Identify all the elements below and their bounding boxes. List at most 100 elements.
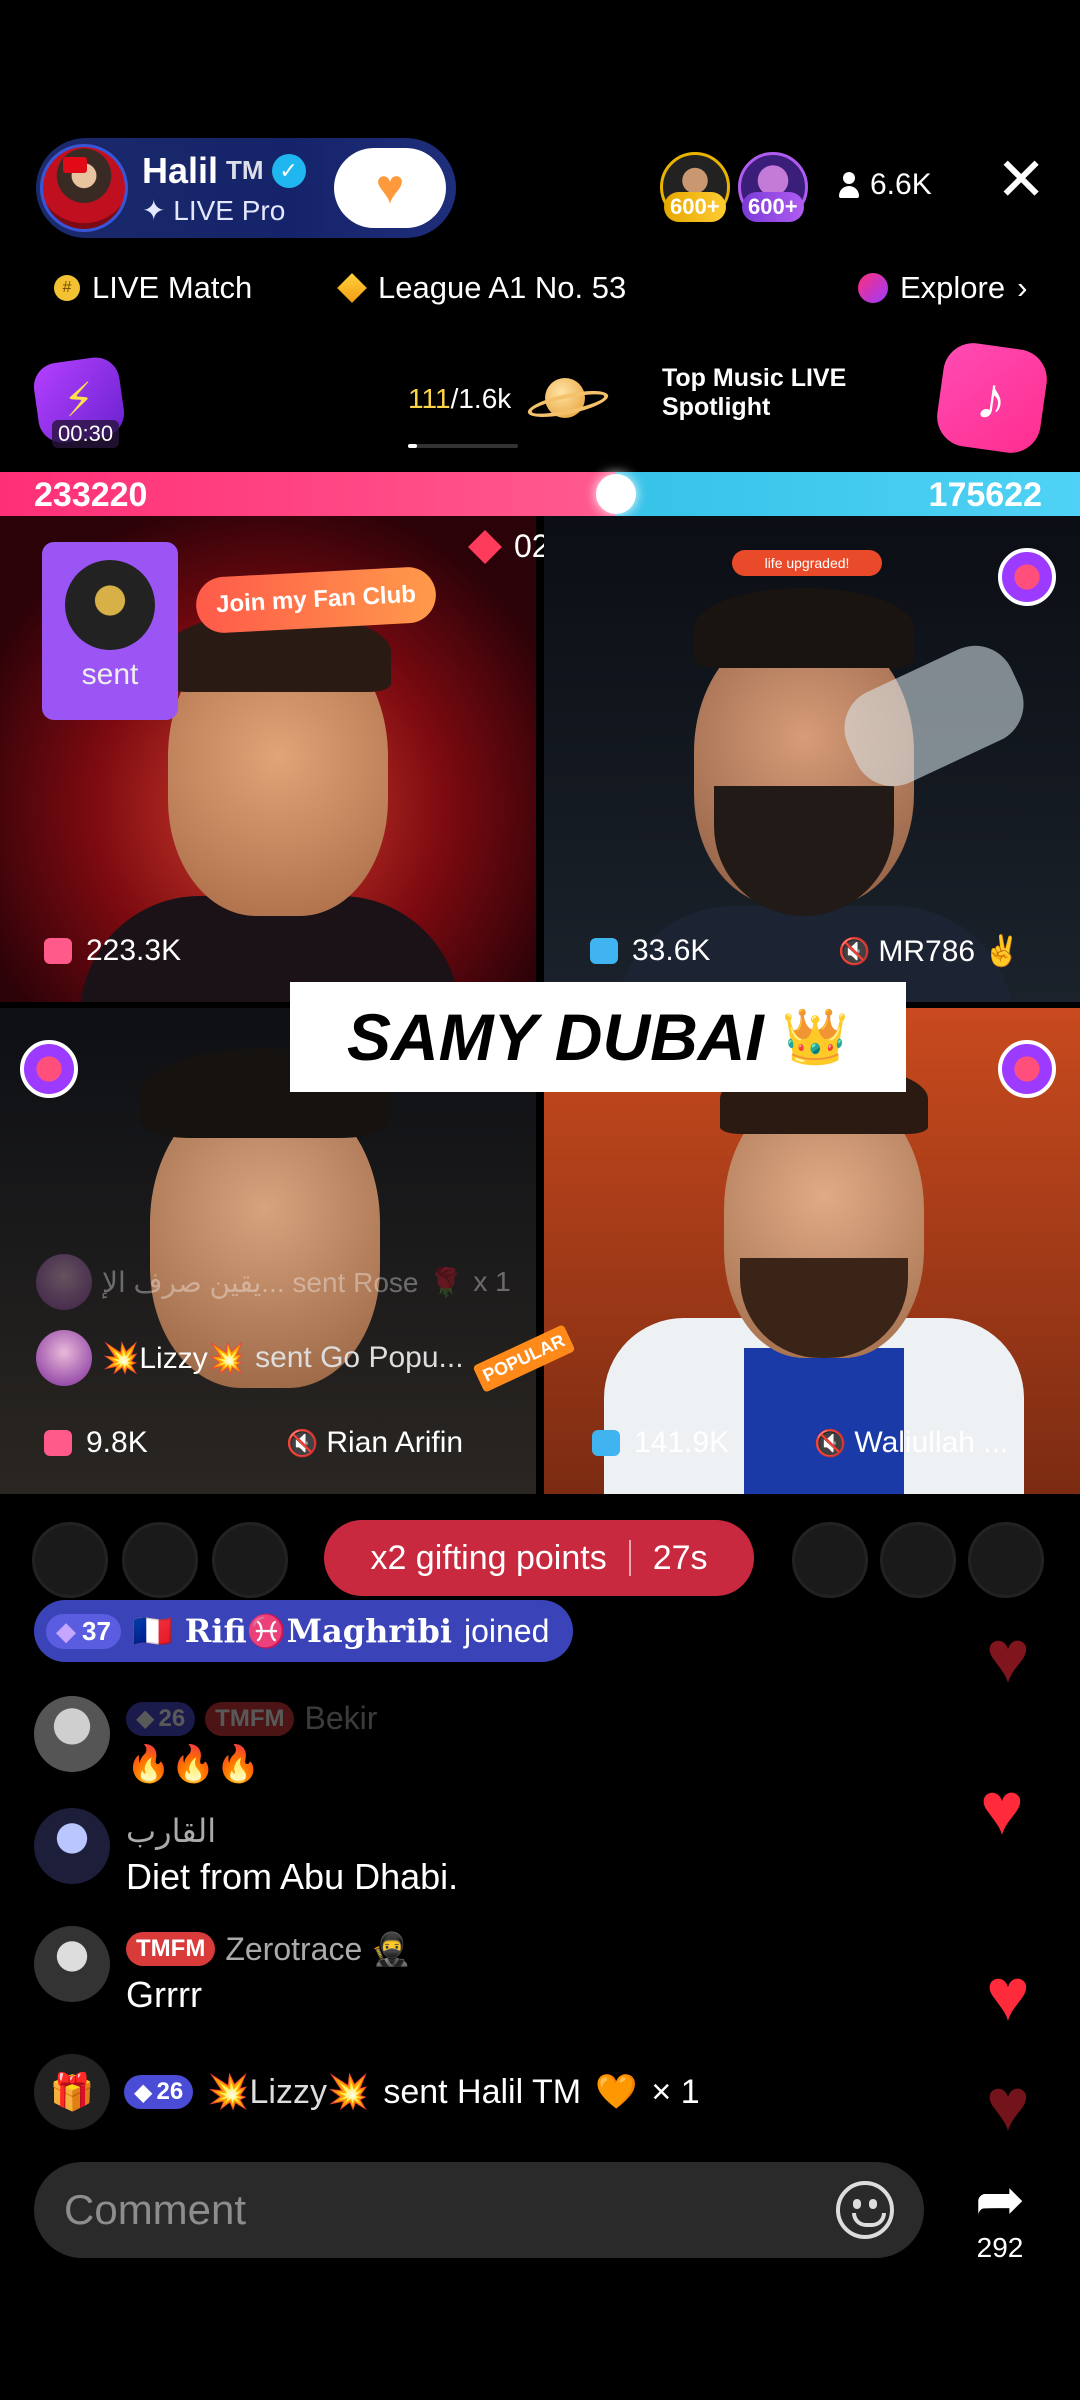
heart-icon: ♥ [980, 1767, 1024, 1850]
popular-tag: POPULAR [472, 1323, 575, 1393]
comment-input[interactable] [64, 2186, 836, 2234]
viewer-count-value: 6.6K [870, 168, 932, 201]
emoji-icon[interactable] [836, 2181, 894, 2239]
tile-2-name-tag: 🔇 MR786 ✌️ [838, 934, 1021, 969]
tile-3-gift-count: 9.8K [44, 1426, 148, 1460]
score-right: 175622 [928, 476, 1042, 514]
gifting-points-pill[interactable]: x2 gifting points 27s [324, 1520, 754, 1596]
join-notification: ◆ 37 🇫🇷 Rifi♓Maghribi joined [34, 1600, 574, 1662]
person-icon [838, 172, 860, 198]
league-label: League A1 No. 53 [378, 270, 627, 305]
french-flag-icon: 🇫🇷 [132, 1613, 173, 1649]
close-button[interactable]: ✕ [996, 150, 1046, 210]
explore-link[interactable]: Explore › [858, 270, 1027, 306]
level-badge: ◆ 37 [46, 1613, 121, 1649]
guest-avatar[interactable] [212, 1522, 288, 1598]
rank-progress-bar [408, 444, 518, 448]
host-tm: TM [226, 155, 264, 185]
explore-label: Explore [900, 270, 1006, 305]
follow-button[interactable]: ♥ [334, 148, 446, 228]
guest-avatar[interactable] [32, 1522, 108, 1598]
lizzy-avatar [36, 1330, 92, 1386]
viewer-count[interactable]: 6.6K [838, 168, 932, 202]
music-note-button[interactable]: ♪ [933, 339, 1051, 457]
tile-3-boost-icon[interactable] [20, 1040, 78, 1098]
muted-icon: 🔇 [814, 1427, 847, 1458]
tile-2-gift-value: 33.6K [632, 934, 711, 967]
chat-2-name: القارب [126, 1813, 217, 1849]
host-avatar[interactable] [40, 144, 128, 232]
host-pill[interactable]: Halil TM ✓ ✦ LIVE Pro ♥ [36, 138, 456, 238]
tile-1-gift-count: 223.3K [44, 934, 181, 968]
chat-1-fan: TMFM [215, 1704, 285, 1732]
gift-box-icon[interactable]: 🎁 [34, 2054, 110, 2130]
muted-icon: 🔇 [838, 936, 871, 966]
share-button[interactable]: ➦ 292 [962, 2170, 1038, 2264]
match-timer: 00:30 [52, 420, 120, 448]
guest-avatar[interactable] [792, 1522, 868, 1598]
gift-line-action: sent Halil TM [383, 2072, 582, 2111]
share-count: 292 [976, 2232, 1024, 2263]
tile-2-boost-icon[interactable] [998, 548, 1056, 606]
divider [628, 1540, 631, 1576]
chevron-right-icon: › [1017, 270, 1028, 305]
host-name: Halil [142, 149, 219, 191]
faded-gift-count: x 1 [473, 1266, 511, 1297]
overlay-title: SAMY DUBAI [346, 1000, 764, 1074]
gifting-points-time: 27s [652, 1538, 708, 1577]
faded-gift-message: يقين صرف الإ... sent Rose 🌹 x 1 [36, 1254, 511, 1310]
chat-message[interactable]: ◆ 26 TMFM Bekir 🔥🔥🔥 [34, 1696, 377, 1785]
gift-line-level: 26 [156, 2078, 184, 2105]
life-upgraded-tag: life upgraded! [732, 550, 882, 576]
chat-message[interactable]: TMFM Zerotrace 🥷 Grrrr [34, 1926, 411, 2016]
top-gifter-badge-2: 600+ [742, 192, 804, 222]
chat-avatar[interactable] [34, 1808, 110, 1884]
heart-plus-icon: ♥ [375, 161, 405, 214]
live-match-link[interactable]: # LIVE Match [54, 270, 252, 306]
chat-3-fan: TMFM [136, 1935, 206, 1962]
tile-3-name-tag: 🔇 Rian Arifin [286, 1426, 463, 1460]
join-action: joined [463, 1612, 550, 1649]
heart-icon: ♥ [986, 2063, 1030, 2146]
chat-avatar[interactable] [34, 1926, 110, 2002]
rose-icon: 🌹 [428, 1266, 464, 1298]
lizzy-action: sent Go Popu... [255, 1341, 464, 1374]
diamond-icon [337, 273, 367, 303]
league-link[interactable]: League A1 No. 53 [337, 270, 627, 306]
tile-hair [694, 588, 914, 668]
tile-2-name: MR786 ✌️ [878, 935, 1021, 968]
alarm-gift-icon [592, 1430, 620, 1456]
rank-indicator[interactable]: 111/1.6k [408, 376, 601, 422]
comment-box[interactable] [34, 2162, 924, 2258]
guest-avatar[interactable] [880, 1522, 956, 1598]
gift-line: 🎁 ◆ 26 💥Lizzy💥 sent Halil TM 🧡 × 1 [34, 2054, 700, 2130]
heart-icon: ♥ [986, 1953, 1030, 2036]
fan-badge: TMFM [205, 1701, 295, 1736]
tile-4-name: Waliullah ... [854, 1426, 1009, 1459]
lizzy-name: 💥Lizzy💥 [102, 1341, 246, 1375]
halil-gift-icon: 🧡 [595, 2073, 638, 2111]
overlay-title-banner: SAMY DUBAI 👑 [290, 982, 906, 1092]
chat-2-text: Diet from Abu Dhabi. [126, 1856, 459, 1897]
chat-1-text: 🔥🔥🔥 [126, 1743, 261, 1784]
faded-sender-avatar [36, 1254, 92, 1310]
crown-icon: 👑 [781, 1006, 850, 1067]
sent-label: sent [81, 658, 139, 691]
guest-avatar[interactable] [968, 1522, 1044, 1598]
heart-icon: ♥ [986, 1615, 1030, 1698]
tile-4-gift-value: 141.9K [634, 1426, 730, 1459]
chat-avatar[interactable] [34, 1696, 110, 1772]
gem-icon: ◆ [56, 1615, 76, 1646]
music-line-2: Spotlight [662, 393, 771, 421]
chat-message[interactable]: القارب Diet from Abu Dhabi. [34, 1808, 458, 1898]
guest-avatar[interactable] [122, 1522, 198, 1598]
alarm-gift-icon [44, 1430, 72, 1456]
gift-line-count: × 1 [651, 2072, 700, 2111]
join-level: 37 [82, 1615, 111, 1646]
sender-avatar [65, 560, 155, 650]
alarm-gift-icon [590, 938, 618, 964]
fan-badge: TMFM [126, 1932, 216, 1966]
match-icon[interactable]: ⚡ 00:30 [30, 354, 130, 450]
tile-4-boost-icon[interactable] [998, 1040, 1056, 1098]
music-spotlight-label[interactable]: Top Music LIVE Spotlight [662, 364, 846, 422]
